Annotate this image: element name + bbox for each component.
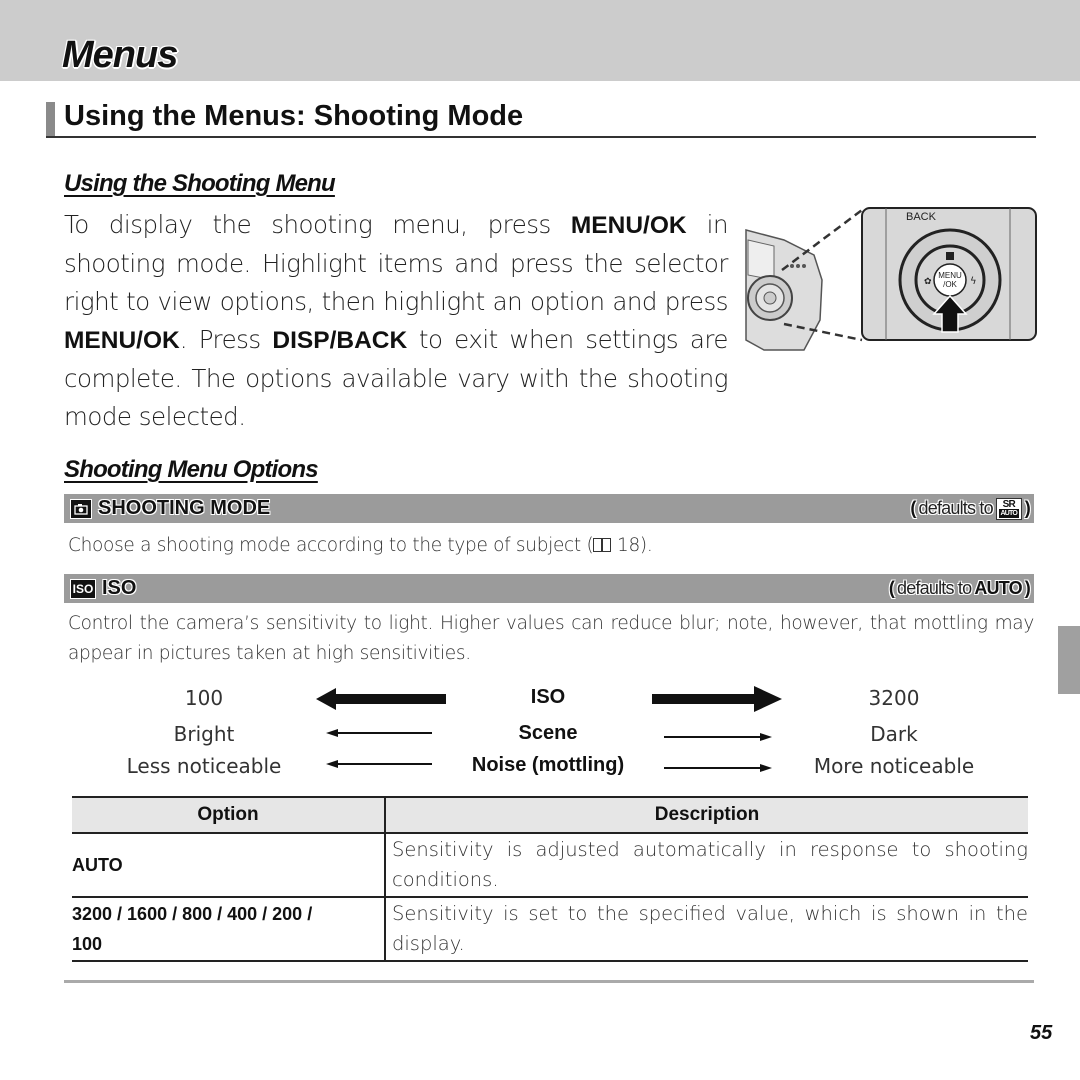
arrow-right-thick-icon: [652, 686, 782, 712]
arrow-left-thin-icon: [326, 729, 432, 737]
section-rule: [46, 136, 1036, 138]
shooting-mode-description: Choose a shooting mode according to the …: [68, 531, 653, 561]
instructions-paragraph: To display the shooting menu, press MENU…: [64, 206, 729, 436]
menu-ok-key: MENU/OK: [64, 327, 180, 354]
iso-icon: ISO: [70, 578, 96, 599]
option-cell: AUTO: [72, 833, 386, 898]
description-cell: Sensitivity is set to the specified valu…: [385, 897, 1028, 962]
ok-label: /OK: [943, 280, 957, 289]
back-label: BACK: [906, 211, 937, 223]
menu-item-label: SHOOTING MODE: [98, 497, 271, 519]
page-reference: 18).: [611, 535, 653, 556]
chapter-thumb-tab: [1058, 626, 1080, 694]
book-icon: [593, 538, 612, 552]
instructions-text: To display the shooting menu, press: [64, 210, 571, 239]
flash-icon: ϟ: [970, 276, 977, 287]
chapter-title: Menus: [62, 34, 178, 76]
macro-icon: ✿: [924, 277, 932, 287]
arrow-right-thin-icon: [664, 764, 772, 772]
table-row: 3200 / 1600 / 800 / 400 / 200 / 100 Sens…: [72, 897, 1028, 962]
camera-illustration: BACK MENU /OK ✿ ϟ: [745, 207, 1037, 351]
arrow-right-thin-icon: [664, 733, 772, 741]
column-header-option: Option: [72, 796, 386, 834]
subsection-title-options: Shooting Menu Options: [64, 456, 319, 483]
table-row: AUTO Sensitivity is adjusted automatical…: [72, 833, 1028, 898]
column-header-description: Description: [385, 796, 1028, 834]
camera-body-icon: [745, 229, 823, 351]
menu-item-shooting-mode: SHOOTING MODE (defaults to SR AUTO): [64, 494, 1034, 523]
menu-item-label: ISO: [102, 577, 137, 599]
defaults-prefix: defaults to: [897, 578, 972, 598]
option-cell: 3200 / 1600 / 800 / 400 / 200 / 100: [72, 897, 386, 962]
trash-icon: [946, 252, 954, 260]
section-marker: [46, 102, 55, 136]
iso-description: Control the camera’s sensitivity to ligh…: [68, 613, 1034, 664]
default-value: (defaults to SR AUTO): [910, 497, 1031, 520]
description-cell: Sensitivity is adjusted automatically in…: [385, 833, 1028, 898]
section-title: Using the Menus: Shooting Mode: [64, 100, 524, 132]
menu-item-iso: ISO ISO (defaults to AUTO): [64, 574, 1034, 603]
menu-label: MENU: [938, 271, 962, 280]
description-text: Choose a shooting mode according to the …: [68, 535, 594, 556]
iso-options-table: Option Description AUTO Sensitivity is a…: [72, 796, 1028, 962]
subsection-title-using-menu: Using the Shooting Menu: [64, 170, 336, 197]
iso-scale-diagram: 100 Bright Less noticeable ISO Scene Noi…: [64, 684, 1034, 784]
defaults-prefix: defaults to: [918, 498, 994, 518]
auto-text: AUTO: [998, 508, 1020, 518]
page-number: 55: [1030, 1022, 1053, 1044]
instructions-text: . Press: [179, 325, 273, 354]
sr-text: SR: [1002, 498, 1016, 510]
bottom-rule: [64, 980, 1034, 983]
default-value: (defaults to AUTO): [888, 578, 1031, 598]
arrow-left-thick-icon: [316, 688, 446, 710]
default-auto: AUTO: [974, 578, 1022, 598]
camera-icon: [70, 498, 92, 519]
table-header-row: Option Description: [72, 796, 1028, 834]
selector-closeup: BACK MENU /OK ✿ ϟ: [861, 207, 1037, 341]
menu-ok-key: MENU/OK: [570, 212, 687, 239]
arrow-left-thin-icon: [326, 760, 432, 768]
sr-auto-icon: SR AUTO: [995, 497, 1022, 520]
disp-back-key: DISP/BACK: [272, 327, 408, 354]
